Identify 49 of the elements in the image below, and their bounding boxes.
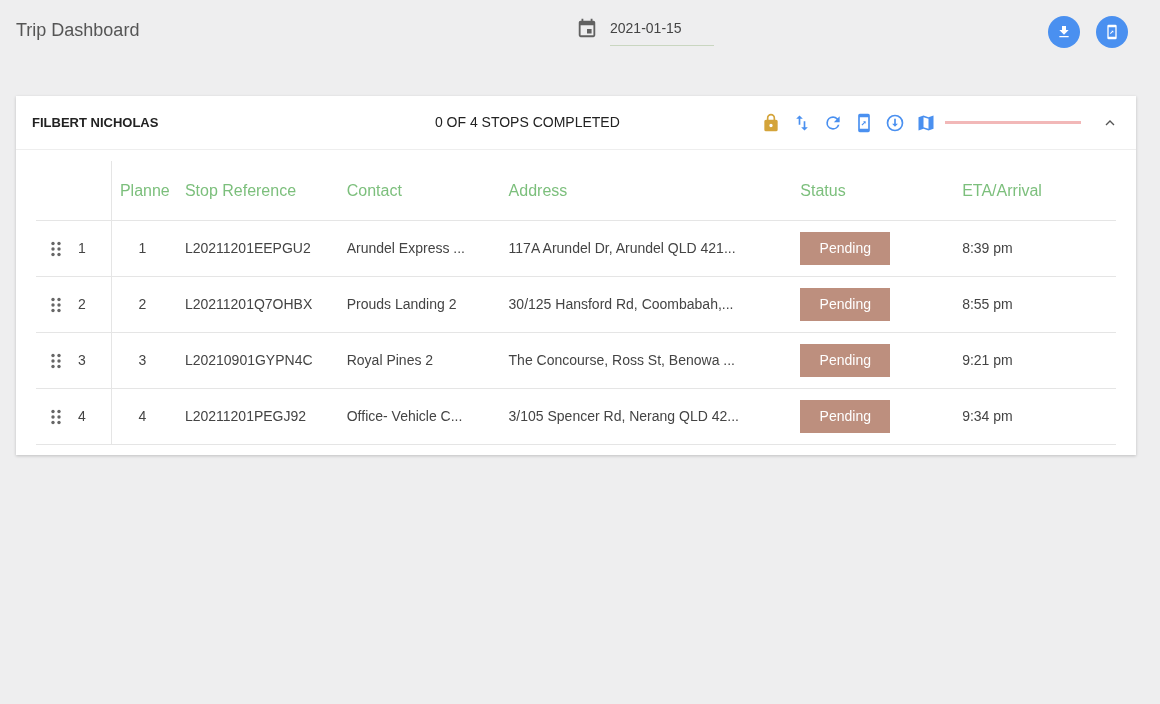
table-cell: Arundel Express ... (346, 240, 465, 256)
table-cell-text: 3 (138, 351, 147, 370)
table-cell-text: 4 (138, 407, 147, 426)
table-cell: L20211201PEGJ92 (184, 408, 307, 424)
row-number: 4 (77, 408, 86, 424)
column-header[interactable]: Status (800, 181, 846, 199)
drag-handle-icon[interactable] (50, 240, 62, 257)
table-cell-text: 2 (138, 295, 147, 314)
table-cell: 9:21 pm (962, 352, 1013, 368)
column-header[interactable]: Contact (346, 181, 402, 199)
column-header[interactable]: Planne (119, 178, 170, 203)
table-cell: Office- Vehicle C... (346, 408, 463, 424)
date-field[interactable]: 2021-01-15 (610, 16, 714, 46)
table-cell: 9:34 pm (962, 408, 1013, 424)
drag-handle-icon[interactable] (50, 296, 62, 313)
column-header[interactable]: Stop Reference (184, 181, 297, 199)
download-icon (1056, 24, 1072, 40)
row-number: 1 (77, 240, 86, 256)
table-cell: L20211201Q7OHBX (184, 296, 313, 312)
table-cell: 3/105 Spencer Rd, Nerang QLD 42... (508, 408, 739, 424)
row-number: 2 (77, 296, 86, 312)
download-button[interactable] (1048, 16, 1080, 48)
table-cell-text: 1 (138, 239, 147, 258)
stops-summary: 0 OF 4 STOPS COMPLETED (434, 113, 621, 132)
table-cell: 8:39 pm (962, 240, 1013, 256)
phone-chart-icon (1104, 24, 1120, 40)
table-cell: 117A Arundel Dr, Arundel QLD 421... (508, 240, 736, 256)
status-badge: Pending (800, 232, 891, 265)
drag-handle-icon[interactable] (50, 352, 62, 369)
table-cell: 30/125 Hansford Rd, Coombabah,... (508, 296, 734, 312)
calendar-icon (576, 17, 598, 39)
page-title: Trip Dashboard (16, 19, 141, 42)
row-number: 3 (77, 352, 86, 368)
status-badge: Pending (800, 344, 891, 377)
lock-icon[interactable] (761, 112, 781, 133)
status-badge: Pending (800, 400, 891, 433)
download-icon[interactable] (885, 112, 905, 133)
table-cell: Prouds Landing 2 (346, 296, 457, 312)
table-cell: The Concourse, Ross St, Benowa ... (508, 352, 735, 368)
table-cell: Royal Pines 2 (346, 352, 434, 368)
table-cell: 8:55 pm (962, 296, 1013, 312)
column-header[interactable]: Address (508, 181, 568, 199)
status-badge: Pending (800, 288, 891, 321)
drag-handle-icon[interactable] (50, 408, 62, 425)
driver-name: FILBERT NICHOLAS (32, 113, 160, 132)
mobile-button[interactable] (1096, 16, 1128, 48)
column-header[interactable]: ETA/Arrival (962, 181, 1042, 199)
table-cell: L20210901GYPN4C (184, 352, 313, 368)
table-cell: L20211201EEPGU2 (184, 240, 311, 256)
